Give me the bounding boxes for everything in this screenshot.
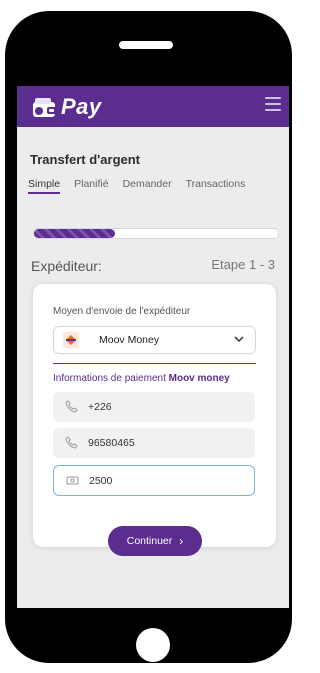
section-title: Expéditeur:	[31, 258, 102, 274]
payment-info-prefix: Informations de paiement	[53, 373, 169, 384]
amount-value: 2500	[89, 475, 113, 487]
step-progress-bar	[33, 228, 279, 239]
step-progress-fill	[34, 229, 115, 238]
country-code-value: +226	[88, 401, 112, 413]
phone-speaker	[119, 41, 173, 49]
payment-method-value: Moov Money	[99, 334, 160, 346]
tab-simple[interactable]: Simple	[28, 178, 61, 194]
wallet-icon	[33, 97, 57, 117]
method-label: Moyen d'envoie de l'expéditeur	[53, 306, 191, 317]
tab-demander[interactable]: Demander	[123, 178, 172, 194]
sender-form-card: Moyen d'envoie de l'expéditeur Moov Mone…	[33, 284, 276, 547]
chevron-right-icon: ›	[179, 534, 184, 548]
home-button[interactable]	[136, 628, 170, 662]
phone-icon	[65, 400, 78, 413]
page-title: Transfert d'argent	[30, 152, 141, 167]
app-logo[interactable]: Pay	[31, 93, 102, 120]
step-indicator: Etape 1 - 3	[211, 257, 275, 272]
app-screen: Pay Transfert d'argent Simple Planifié D…	[17, 86, 289, 608]
country-code-field[interactable]: +226	[53, 392, 255, 422]
menu-icon[interactable]	[265, 97, 281, 111]
payment-method-select[interactable]: Moov Money	[53, 326, 256, 354]
payment-info-heading: Informations de paiement Moov money	[53, 373, 230, 384]
continue-label: Continuer	[126, 535, 173, 547]
brand-name: Pay	[61, 93, 102, 119]
payment-info-provider: Moov money	[168, 373, 230, 384]
transfer-tabs: Simple Planifié Demander Transactions	[28, 178, 259, 194]
phone-icon	[65, 436, 78, 449]
tab-planifie[interactable]: Planifié	[74, 178, 108, 194]
chevron-down-icon	[234, 336, 244, 343]
continue-button[interactable]: Continuer ›	[108, 526, 202, 556]
amount-field[interactable]: 2500	[53, 465, 255, 496]
money-icon	[66, 476, 79, 485]
moov-logo-icon	[63, 332, 79, 348]
tab-transactions[interactable]: Transactions	[186, 178, 246, 194]
phone-number-field[interactable]: 96580465	[53, 428, 255, 458]
app-header: Pay	[17, 86, 289, 127]
divider	[53, 363, 256, 364]
phone-number-value: 96580465	[88, 437, 135, 449]
